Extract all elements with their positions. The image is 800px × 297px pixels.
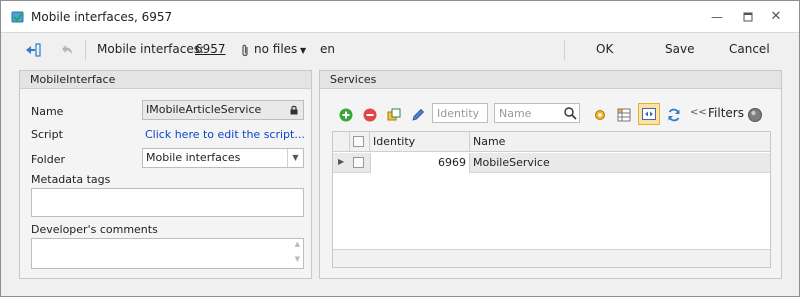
back-to-list-icon[interactable] <box>25 42 41 58</box>
select-all-cell <box>350 132 370 152</box>
row-indicator-header <box>333 132 350 152</box>
column-header-name[interactable]: Name <box>470 132 770 152</box>
toolbar-separator <box>564 40 565 60</box>
services-toolbar: Identity Name << Filters <box>332 98 770 125</box>
identity-search-input[interactable]: Identity <box>432 103 488 123</box>
lock-icon <box>290 105 298 115</box>
folder-value: Mobile interfaces <box>146 151 241 164</box>
restore-icon[interactable] <box>740 9 756 25</box>
name-value: IMobileArticleService <box>146 103 262 116</box>
chevron-down-icon[interactable]: ▼ <box>287 149 303 167</box>
grid-view-icon[interactable] <box>616 107 632 123</box>
record-id-link[interactable]: 6957 <box>195 42 226 56</box>
add-icon[interactable] <box>338 107 354 123</box>
services-panel: Services Identity Name << Filters Identi… <box>319 70 782 279</box>
select-all-checkbox[interactable] <box>353 136 364 147</box>
save-button[interactable]: Save <box>665 42 694 56</box>
copy-icon[interactable] <box>386 107 402 123</box>
ok-button[interactable]: OK <box>596 42 613 56</box>
scroll-up-icon[interactable]: ▲ <box>295 240 300 248</box>
panel-header: Services <box>320 71 781 89</box>
name-field[interactable]: IMobileArticleService <box>142 100 304 120</box>
developer-comments-input[interactable]: ▲ ▼ <box>31 238 304 269</box>
attachments-dropdown-icon[interactable]: ▼ <box>300 46 306 55</box>
attachments-label[interactable]: no files <box>254 42 297 56</box>
name-search-placeholder: Name <box>499 107 532 120</box>
name-search-input[interactable]: Name <box>494 103 580 123</box>
grid-footer <box>333 249 770 267</box>
services-grid: Identity Name ▶ 6969 MobileService <box>332 131 771 268</box>
undo-icon[interactable] <box>59 42 75 58</box>
name-label: Name <box>31 105 64 118</box>
toolbar-separator <box>85 40 86 60</box>
cancel-button[interactable]: Cancel <box>729 42 770 56</box>
status-indicator-icon <box>748 108 762 122</box>
metadata-tags-label: Metadata tags <box>31 173 111 186</box>
edit-script-link[interactable]: Click here to edit the script... <box>145 128 305 141</box>
search-icon[interactable] <box>563 106 577 120</box>
close-icon[interactable]: ✕ <box>768 9 784 25</box>
folder-select[interactable]: Mobile interfaces ▼ <box>142 148 304 168</box>
table-row[interactable]: ▶ 6969 MobileService <box>333 153 770 173</box>
refresh-icon[interactable] <box>666 107 682 123</box>
row-checkbox[interactable] <box>353 157 364 168</box>
scroll-down-icon[interactable]: ▼ <box>295 255 300 263</box>
mobile-interface-panel: MobileInterface Name IMobileArticleServi… <box>19 70 312 279</box>
folder-label: Folder <box>31 153 65 166</box>
language-selector[interactable]: en <box>320 42 335 56</box>
identity-cell[interactable]: 6969 <box>370 153 470 173</box>
title-bar: Mobile interfaces, 6957 — ✕ <box>1 1 799 33</box>
fit-columns-toggle[interactable] <box>638 103 660 125</box>
edit-icon[interactable] <box>410 107 426 123</box>
column-header-identity[interactable]: Identity <box>370 132 470 152</box>
app-icon <box>11 11 24 23</box>
settings-gear-icon[interactable] <box>592 107 608 123</box>
filters-label[interactable]: Filters <box>708 106 744 120</box>
breadcrumb-label: Mobile interfaces: <box>97 42 204 56</box>
filters-chevron-icon[interactable]: << <box>690 107 707 118</box>
current-row-icon: ▶ <box>338 157 345 166</box>
developer-comments-label: Developer's comments <box>31 223 158 236</box>
main-toolbar: Mobile interfaces: 6957 no files ▼ en OK… <box>1 34 799 66</box>
minimize-icon[interactable]: — <box>709 9 725 25</box>
script-label: Script <box>31 128 63 141</box>
panel-header: MobileInterface <box>20 71 311 89</box>
remove-icon[interactable] <box>362 107 378 123</box>
dialog-window: Mobile interfaces, 6957 — ✕ Mobile inter… <box>0 0 800 297</box>
name-cell[interactable]: MobileService <box>473 156 550 169</box>
window-title: Mobile interfaces, 6957 <box>31 10 173 24</box>
metadata-tags-input[interactable] <box>31 188 304 217</box>
paperclip-icon[interactable] <box>237 43 253 59</box>
grid-header: Identity Name <box>333 132 770 152</box>
fit-columns-icon <box>642 108 656 120</box>
